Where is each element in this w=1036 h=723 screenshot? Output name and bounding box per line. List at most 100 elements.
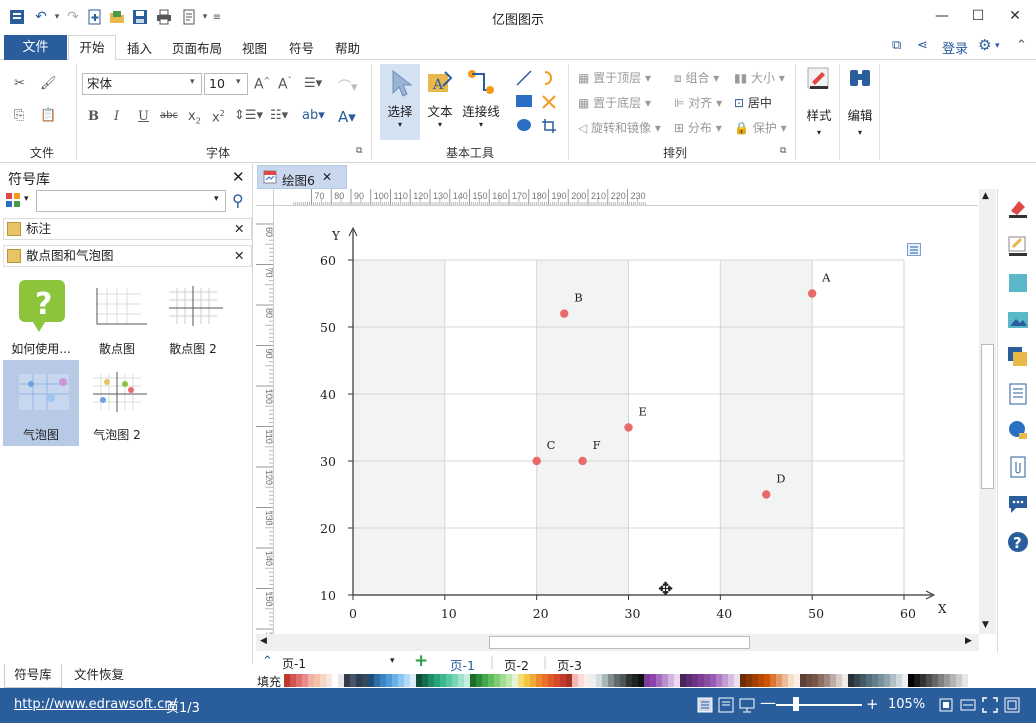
shape-scatter-2[interactable]: 散点图 2 xyxy=(155,274,231,360)
settings-gear-icon[interactable]: ⚙ xyxy=(978,36,991,54)
font-size-select[interactable]: 10 xyxy=(204,73,248,95)
maximize-button[interactable]: ☐ xyxy=(968,6,988,26)
style-button[interactable]: 样式 ▾ xyxy=(800,66,838,146)
shadow-icon[interactable] xyxy=(1007,272,1029,294)
tab-file-recovery[interactable]: 文件恢复 xyxy=(64,664,134,688)
crosshair-tool-icon[interactable] xyxy=(541,94,557,114)
vertical-scroll-thumb[interactable] xyxy=(981,344,994,489)
size-button[interactable]: ▮▮ 大小 ▾ xyxy=(734,69,785,86)
minimize-button[interactable]: — xyxy=(932,6,952,26)
document-tab[interactable]: 绘图6 ✕ xyxy=(257,165,347,189)
font-dialog-launcher-icon[interactable]: ⧉ xyxy=(356,146,362,156)
tab-view[interactable]: 视图 xyxy=(242,38,267,57)
page-view-icon[interactable] xyxy=(697,697,713,717)
close-tab-icon[interactable]: ✕ xyxy=(322,170,332,184)
bold-icon[interactable]: B xyxy=(88,109,99,124)
library-menu-icon[interactable] xyxy=(6,193,20,207)
zoom-in-button[interactable]: + xyxy=(866,695,879,713)
center-button[interactable]: ⊡ 居中 xyxy=(734,94,772,111)
shape-bubble[interactable]: 气泡图 xyxy=(3,360,79,446)
italic-icon[interactable]: I xyxy=(114,109,119,124)
tab-help[interactable]: 帮助 xyxy=(335,38,360,57)
tab-insert[interactable]: 插入 xyxy=(127,38,152,57)
fit-page-icon[interactable] xyxy=(938,697,954,717)
web-view-icon[interactable] xyxy=(718,697,734,717)
image-icon[interactable] xyxy=(1007,309,1029,331)
ellipse-tool-icon[interactable] xyxy=(516,118,532,136)
superscript-icon[interactable]: x2 xyxy=(212,109,225,125)
close-window-button[interactable]: ✕ xyxy=(1005,6,1025,26)
search-dropdown-icon[interactable]: ▾ xyxy=(214,194,219,204)
presentation-icon[interactable] xyxy=(739,697,755,717)
font-color-icon[interactable]: A▾ xyxy=(338,108,356,126)
text-tool-button[interactable]: A 文本 ▾ xyxy=(422,64,458,140)
page-tab-3[interactable]: 页-3 xyxy=(557,655,582,674)
share-icon[interactable]: ⋖ xyxy=(917,38,928,53)
scroll-up-icon[interactable]: ▲ xyxy=(982,191,989,201)
search-icon[interactable]: ⚲ xyxy=(232,191,244,210)
shape-bubble-2[interactable]: 气泡图 2 xyxy=(79,360,155,446)
zoom-slider[interactable] xyxy=(776,704,862,706)
font-name-select[interactable]: 宋体 xyxy=(82,73,202,95)
collapse-ribbon-icon[interactable]: ⌃ xyxy=(1016,38,1027,53)
settings-dropdown-icon[interactable]: ▾ xyxy=(995,41,1000,51)
website-link[interactable]: http://www.edrawsoft.cn/ xyxy=(14,697,177,712)
close-panel-icon[interactable]: ✕ xyxy=(232,168,245,186)
shrink-font-icon[interactable]: Aˇ xyxy=(278,76,292,93)
drawing-canvas[interactable]: 0 10 20 30 40 50 60 10 20 30 40 50 60 X Y A B C F E D ✥ xyxy=(274,206,978,634)
help-icon[interactable]: ? xyxy=(1007,531,1029,553)
rectangle-tool-icon[interactable] xyxy=(516,94,532,112)
shape-scatter[interactable]: 散点图 xyxy=(79,274,155,360)
tab-page-layout[interactable]: 页面布局 xyxy=(172,38,222,57)
close-library-icon[interactable]: ✕ xyxy=(234,246,244,266)
format-painter-icon[interactable]: 🖌 xyxy=(40,76,57,91)
select-tool-button[interactable]: 选择 ▾ xyxy=(380,64,420,140)
library-search-input[interactable] xyxy=(36,190,226,212)
font-size-dropdown-icon[interactable]: ▾ xyxy=(236,77,241,87)
strikethrough-icon[interactable]: abc xyxy=(160,110,178,121)
cut-icon[interactable]: ✂ xyxy=(14,76,25,91)
layers-icon[interactable] xyxy=(1007,346,1029,368)
color-swatch[interactable] xyxy=(962,674,968,687)
scroll-left-icon[interactable]: ◀ xyxy=(260,636,267,646)
paste-icon[interactable]: 📋 xyxy=(40,108,56,123)
connector-tool-button[interactable]: 连接线 ▾ xyxy=(460,64,502,140)
full-screen-icon[interactable] xyxy=(982,697,998,717)
color-palette[interactable] xyxy=(284,674,968,687)
add-page-icon[interactable]: + xyxy=(414,651,428,671)
file-menu-button[interactable]: 文件 xyxy=(4,35,67,60)
send-to-back-button[interactable]: ▦ 置于底层 ▾ xyxy=(578,94,651,111)
rotate-mirror-button[interactable]: ◁ 旋转和镜像 ▾ xyxy=(578,119,661,136)
horizontal-scrollbar[interactable]: ◀ ▶ xyxy=(256,634,979,651)
group-button[interactable]: ⧈ 组合 ▾ xyxy=(674,69,719,86)
line-style-icon[interactable] xyxy=(1007,235,1029,257)
arc-tool-icon[interactable] xyxy=(541,70,557,90)
subscript-icon[interactable]: x2 xyxy=(188,109,201,126)
actual-size-icon[interactable] xyxy=(1004,697,1020,717)
page-selector[interactable]: 页-1 ▾ xyxy=(282,655,400,671)
zoom-slider-thumb[interactable] xyxy=(793,697,799,711)
tab-symbol-library[interactable]: 符号库 xyxy=(4,664,62,688)
scatter-chart[interactable]: 0 10 20 30 40 50 60 10 20 30 40 50 60 X Y A B C F E D xyxy=(274,206,978,634)
page-list-toggle-icon[interactable]: ⌃ xyxy=(262,654,273,669)
chart-options-icon[interactable] xyxy=(907,243,921,256)
protect-button[interactable]: 🔒 保护 ▾ xyxy=(734,119,787,136)
tab-symbols[interactable]: 符号 xyxy=(289,38,314,57)
login-button[interactable]: 登录 xyxy=(942,38,968,57)
zoom-out-button[interactable]: — xyxy=(760,693,776,712)
arrange-dialog-launcher-icon[interactable]: ⧉ xyxy=(780,146,786,156)
library-menu-dropdown-icon[interactable]: ▾ xyxy=(24,194,29,204)
page-tab-1[interactable]: 页-1 xyxy=(450,655,475,674)
copy-icon[interactable]: ⎘ xyxy=(14,108,24,123)
page-selector-dropdown-icon[interactable]: ▾ xyxy=(390,656,395,666)
text-highlight-icon[interactable]: ab▾ xyxy=(302,108,325,123)
grow-font-icon[interactable]: A^ xyxy=(254,76,270,93)
align-text-icon[interactable]: ☰▾ xyxy=(304,76,322,91)
line-spacing-icon[interactable]: ⇕☰▾ xyxy=(234,108,263,123)
bullets-icon[interactable]: ☷▾ xyxy=(270,108,288,123)
library-row-scatter-bubble[interactable]: 散点图和气泡图 ✕ xyxy=(3,245,252,267)
fill-style-icon[interactable] xyxy=(1007,197,1029,219)
horizontal-scroll-thumb[interactable] xyxy=(489,636,750,649)
library-row-annotation[interactable]: 标注 ✕ xyxy=(3,218,252,240)
fit-width-icon[interactable] xyxy=(960,697,976,717)
